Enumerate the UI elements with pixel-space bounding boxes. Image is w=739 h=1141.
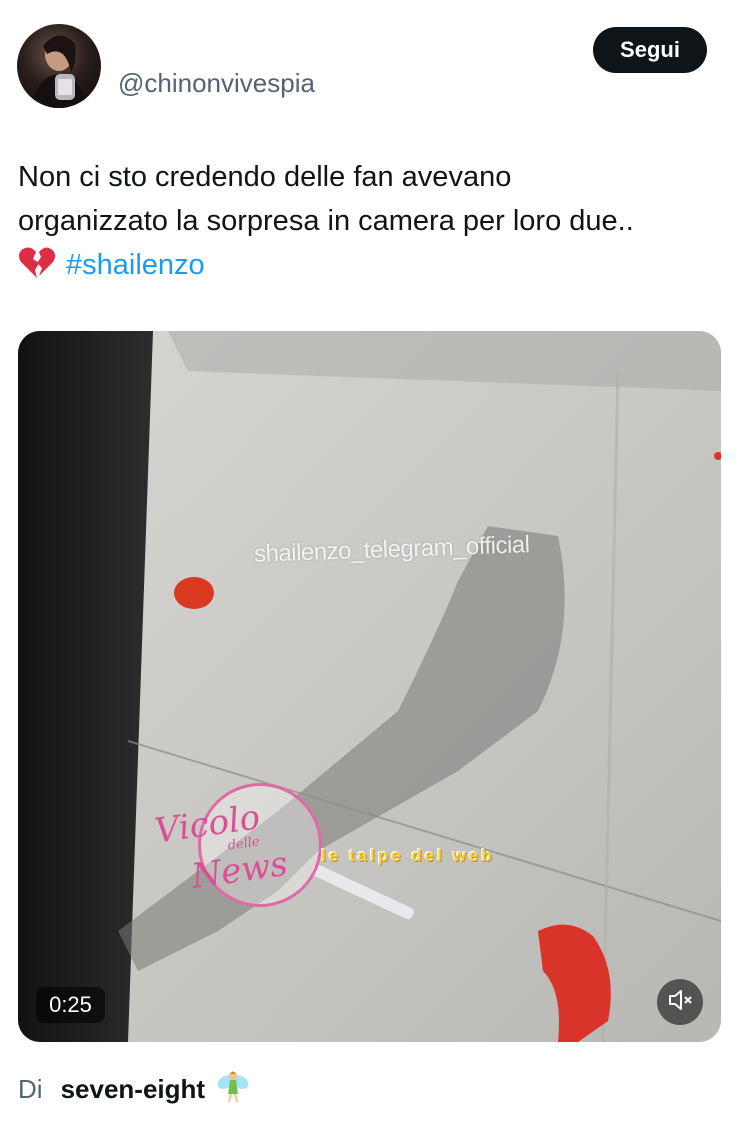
user-handle[interactable]: @chinonvivespia <box>118 68 315 99</box>
fairy-icon <box>215 1068 251 1111</box>
tweet-text-line: Non ci sto credendo delle fan avevano <box>18 161 512 193</box>
broken-heart-icon <box>18 246 56 293</box>
tweet-text: Non ci sto credendo delle fan avevano or… <box>18 155 718 293</box>
follow-button[interactable]: Segui <box>593 27 707 73</box>
avatar[interactable] <box>17 24 101 108</box>
mute-button[interactable] <box>657 979 703 1025</box>
video-frame <box>18 331 721 1042</box>
tweet-text-line: organizzato la sorpresa in camera per lo… <box>18 205 634 237</box>
video-duration-badge: 0:25 <box>36 987 105 1023</box>
byline-prefix: Di <box>18 1074 43 1104</box>
video-player[interactable]: shailenzo_telegram_official Vicolo delle… <box>18 331 721 1042</box>
byline: Di seven-eight <box>18 1068 251 1111</box>
watermark-talpe-text: le talpe del web <box>321 846 495 865</box>
hashtag-link[interactable]: #shailenzo <box>66 249 205 281</box>
speaker-muted-icon <box>667 987 693 1018</box>
byline-author[interactable]: seven-eight <box>61 1074 206 1105</box>
